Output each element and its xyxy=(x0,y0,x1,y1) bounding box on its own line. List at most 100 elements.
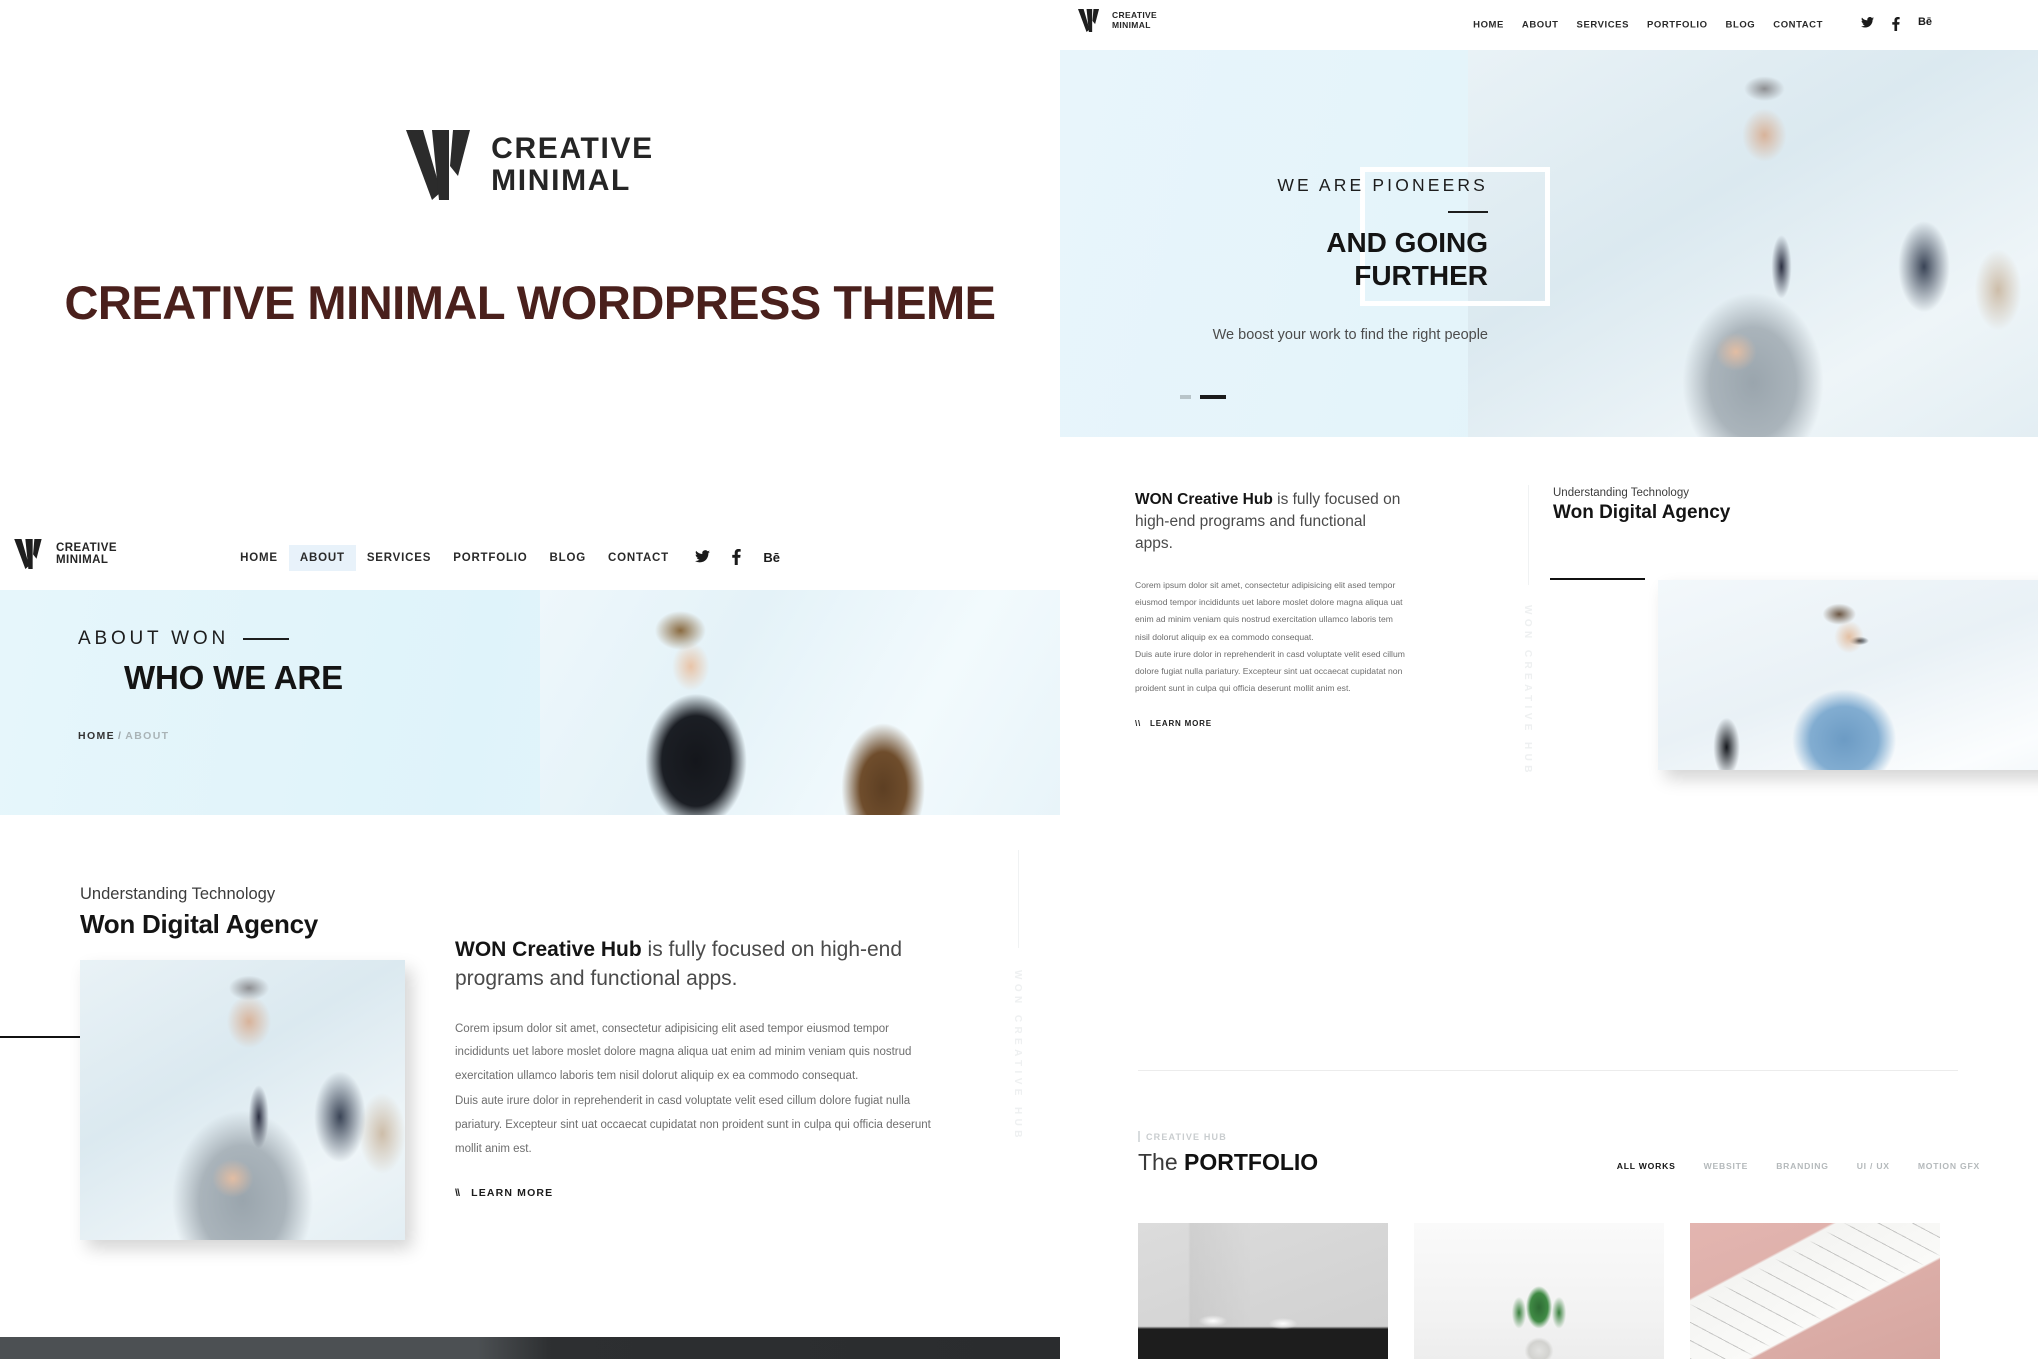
hero-text-block: ABOUT WON WHO WE ARE HOME / ABOUT xyxy=(78,628,343,742)
twitter-icon[interactable] xyxy=(695,550,711,565)
filter-all-works[interactable]: ALL WORKS xyxy=(1603,1161,1690,1171)
social-links-secondary[interactable]: Bē xyxy=(1860,17,1932,33)
about-lead-secondary: WON Creative Hub is fully focused on hig… xyxy=(1135,489,1405,555)
nav-item-home[interactable]: HOME xyxy=(1464,15,1513,36)
site-header-secondary: CREATIVE MINIMAL HOME ABOUT SERVICES POR… xyxy=(1060,0,2038,50)
portfolio-grid xyxy=(1138,1223,1940,1359)
vertical-brand-label: WON CREATIVE HUB xyxy=(1012,970,1023,1142)
about-heading-block-secondary: Understanding Technology Won Digital Age… xyxy=(1553,487,1973,524)
kicker-bar-icon xyxy=(1138,1131,1140,1142)
about-paragraph-2: Duis aute irure dolor in reprehenderit i… xyxy=(1135,648,1405,694)
about-content-section-secondary: WON Creative Hub is fully focused on hig… xyxy=(1060,437,2038,872)
slide-kicker-divider xyxy=(1448,211,1488,213)
twitter-icon[interactable] xyxy=(1860,17,1874,33)
section-title: Won Digital Agency xyxy=(80,909,319,939)
nav-item-services[interactable]: SERVICES xyxy=(356,545,442,571)
hero-heading: WHO WE ARE xyxy=(124,659,343,696)
slider-dot-2[interactable] xyxy=(1200,395,1226,399)
main-navigation[interactable]: HOME ABOUT SERVICES PORTFOLIO BLOG CONTA… xyxy=(229,544,680,571)
portfolio-title: The PORTFOLIO xyxy=(1138,1149,1318,1176)
about-content-section: Understanding Technology Won Digital Age… xyxy=(0,815,1060,1295)
slide-heading-line2: FURTHER xyxy=(1354,260,1488,292)
slide-heading-line1: AND GOING xyxy=(1326,227,1488,258)
filter-branding[interactable]: BRANDING xyxy=(1762,1161,1843,1171)
learn-more-label: LEARN MORE xyxy=(1150,719,1212,729)
learn-more-button-secondary[interactable]: \\ LEARN MORE xyxy=(1135,719,1212,728)
double-slash-icon: \\ xyxy=(1135,719,1142,729)
learn-more-label: LEARN MORE xyxy=(471,1187,554,1200)
portfolio-kicker: CREATIVE HUB xyxy=(1138,1131,1227,1142)
header-logo-secondary[interactable]: CREATIVE MINIMAL xyxy=(1078,9,1157,32)
behance-icon[interactable]: Bē xyxy=(1918,17,1932,33)
about-paragraph-2: Duis aute irure dolor in reprehenderit i… xyxy=(455,1095,931,1155)
theme-preview-mockup: CREATIVE MINIMAL CREATIVE MINIMAL WORDPR… xyxy=(0,0,2038,1359)
site-header: CREATIVE MINIMAL HOME ABOUT SERVICES POR… xyxy=(0,525,1060,590)
main-navigation-secondary[interactable]: HOME ABOUT SERVICES PORTFOLIO BLOG CONTA… xyxy=(1464,15,1832,36)
decorative-line-secondary xyxy=(1550,578,1645,580)
filter-ui-ux[interactable]: UI / UX xyxy=(1843,1161,1904,1171)
double-slash-icon: \\ xyxy=(455,1187,460,1200)
portfolio-section: CREATIVE HUB The PORTFOLIO ALL WORKS WEB… xyxy=(1060,1095,2038,1359)
behance-icon[interactable]: Bē xyxy=(763,551,780,564)
about-paragraph-1: Corem ipsum dolor sit amet, consectetur … xyxy=(455,1022,912,1082)
nav-item-about[interactable]: ABOUT xyxy=(1513,15,1568,36)
filter-motion-gfx[interactable]: MOTION GFX xyxy=(1904,1161,1994,1171)
vertical-brand-label: WON CREATIVE HUB xyxy=(1522,605,1533,777)
section-divider xyxy=(1138,1070,1958,1071)
breadcrumb-current: ABOUT xyxy=(125,730,170,742)
slider-pagination[interactable] xyxy=(1180,395,1226,399)
social-links[interactable]: Bē xyxy=(695,548,780,567)
vertical-decorative-line xyxy=(1018,850,1019,948)
slider-dot-1[interactable] xyxy=(1180,395,1191,399)
w-logo-icon xyxy=(406,130,471,200)
slider-businessman-photo xyxy=(1468,50,2038,437)
logo-line-1: CREATIVE xyxy=(491,131,654,165)
breadcrumb-separator: / xyxy=(117,730,123,742)
nav-item-about[interactable]: ABOUT xyxy=(288,544,356,571)
kicker-divider xyxy=(243,638,290,640)
portfolio-title-bold: PORTFOLIO xyxy=(1184,1149,1319,1175)
about-lead-bold: WON Creative Hub xyxy=(1135,491,1273,508)
about-paragraph-1: Corem ipsum dolor sit amet, consectetur … xyxy=(1135,580,1403,642)
about-copy-secondary: WON Creative Hub is fully focused on hig… xyxy=(1135,489,1405,731)
breadcrumb[interactable]: HOME / ABOUT xyxy=(78,730,343,742)
section-title: Won Digital Agency xyxy=(1553,502,1731,523)
section-eyebrow: Understanding Technology xyxy=(80,885,276,903)
nav-item-blog[interactable]: BLOG xyxy=(539,545,597,571)
nav-item-blog[interactable]: BLOG xyxy=(1717,15,1765,36)
left-preview-panel: CREATIVE MINIMAL CREATIVE MINIMAL WORDPR… xyxy=(0,0,1060,1359)
nav-item-portfolio[interactable]: PORTFOLIO xyxy=(1638,15,1717,36)
nav-item-contact[interactable]: CONTACT xyxy=(597,545,680,571)
portfolio-item-succulent-plant[interactable] xyxy=(1414,1223,1664,1359)
about-copy: WON Creative Hub is fully focused on hig… xyxy=(455,935,940,1201)
logo-line-2: MINIMAL xyxy=(56,554,109,566)
filter-website[interactable]: WEBSITE xyxy=(1690,1161,1763,1171)
about-lead-bold: WON Creative Hub xyxy=(455,938,642,961)
breadcrumb-home[interactable]: HOME xyxy=(78,730,115,742)
portfolio-filters[interactable]: ALL WORKS WEBSITE BRANDING UI / UX MOTIO… xyxy=(1603,1161,1994,1171)
brand-logo[interactable]: CREATIVE MINIMAL xyxy=(406,130,654,200)
nav-item-home[interactable]: HOME xyxy=(229,545,289,571)
nav-item-portfolio[interactable]: PORTFOLIO xyxy=(442,545,538,571)
portfolio-item-coffee-cups[interactable] xyxy=(1138,1223,1388,1359)
learn-more-button[interactable]: \\ LEARN MORE xyxy=(455,1187,553,1199)
logo-line-2: MINIMAL xyxy=(491,164,632,197)
nav-item-contact[interactable]: CONTACT xyxy=(1764,15,1832,36)
hero-meeting-photo xyxy=(540,590,1060,815)
hero-kicker: ABOUT WON xyxy=(78,628,230,649)
nav-item-services[interactable]: SERVICES xyxy=(1568,15,1638,36)
w-logo-icon xyxy=(14,539,42,569)
facebook-icon[interactable] xyxy=(732,548,742,567)
logo-line-2: MINIMAL xyxy=(1112,19,1151,30)
logo-line-1: CREATIVE xyxy=(56,541,117,554)
header-logo[interactable]: CREATIVE MINIMAL xyxy=(14,539,117,569)
facebook-icon[interactable] xyxy=(1892,17,1900,33)
portfolio-title-light: The xyxy=(1138,1149,1178,1175)
denim-man-photo xyxy=(1658,580,2038,770)
right-preview-panel: CREATIVE MINIMAL HOME ABOUT SERVICES POR… xyxy=(1060,0,2038,1359)
portfolio-item-packaging-mockup[interactable] xyxy=(1690,1223,1940,1359)
slide-kicker: WE ARE PIONEERS xyxy=(1277,175,1488,195)
vertical-decorative-line xyxy=(1528,485,1529,585)
businessman-photo xyxy=(80,960,405,1240)
about-paragraphs: Corem ipsum dolor sit amet, consectetur … xyxy=(455,1018,940,1161)
